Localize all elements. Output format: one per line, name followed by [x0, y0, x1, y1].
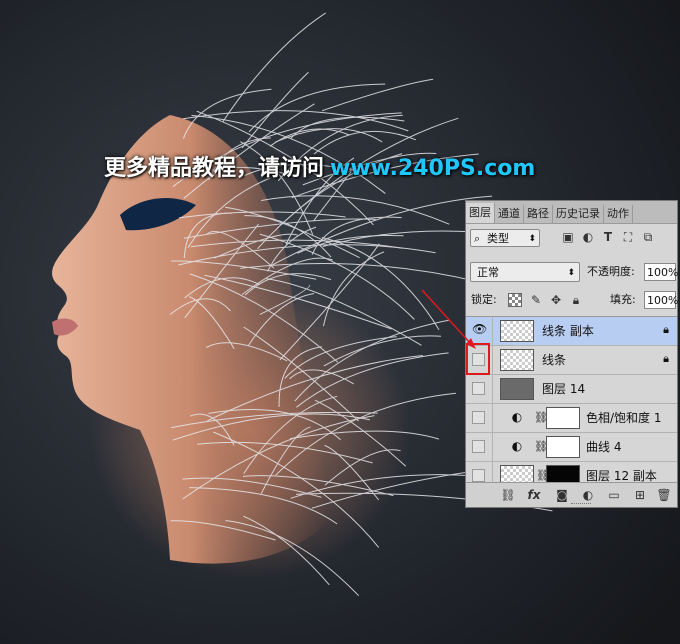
- layer-name: 线条: [542, 353, 567, 367]
- trash-icon[interactable]: 🗑︎: [656, 487, 672, 503]
- lock-all-icon[interactable]: 🔒︎: [568, 292, 584, 308]
- link-layers-icon[interactable]: ⛓: [500, 487, 516, 503]
- lock-icon: 🔒︎: [663, 352, 669, 365]
- select-arrow-icon: ⬍: [567, 268, 575, 278]
- image-filter-icon[interactable]: ▣: [560, 229, 576, 245]
- opacity-field[interactable]: 100%: [644, 263, 678, 281]
- hue-saturation-icon: ◐: [511, 410, 523, 424]
- layers-panel: 图层 通道 路径 历史记录 动作 ⌕ 类型 ⬍ ▣ ◐ T ⛶ ⧉ 正常 ⬍ 不…: [465, 200, 678, 508]
- layer-mask-thumbnail: [546, 407, 580, 429]
- layer-row[interactable]: 图层 14: [466, 375, 677, 404]
- layer-mask-thumbnail: [546, 436, 580, 458]
- eye-icon[interactable]: 👁︎: [472, 323, 487, 337]
- watermark: 更多精品教程，请访问 www.240PS.com: [104, 150, 535, 182]
- tab-paths[interactable]: 路径: [524, 205, 553, 223]
- adjustment-icon[interactable]: ◐: [580, 487, 596, 503]
- folder-icon[interactable]: ▭: [606, 487, 622, 503]
- layer-list: 👁︎ 线条 副本 🔒︎ 线条 🔒︎ 图层 14 ◐ ⛓ 色相/饱和度 1 ◐ ⛓…: [466, 316, 677, 485]
- column-divider: [492, 404, 493, 432]
- curves-icon: ◐: [511, 439, 523, 453]
- layer-name: 线条 副本: [542, 324, 594, 338]
- layer-row[interactable]: 线条 🔒︎: [466, 346, 677, 375]
- column-divider: [492, 375, 493, 403]
- visibility-toggle[interactable]: [472, 440, 485, 453]
- new-layer-icon[interactable]: ⊞: [632, 487, 648, 503]
- watermark-url: www.240PS.com: [330, 156, 536, 181]
- column-divider: [492, 317, 493, 345]
- shape-filter-icon[interactable]: ⛶: [620, 229, 636, 245]
- visibility-toggle[interactable]: [472, 382, 485, 395]
- adjustment-filter-icon[interactable]: ◐: [580, 229, 596, 245]
- watermark-text: 更多精品教程，请访问: [104, 156, 325, 181]
- blend-row: 正常 ⬍ 不透明度: 100%: [466, 262, 678, 284]
- filter-row: ⌕ 类型 ⬍ ▣ ◐ T ⛶ ⧉: [466, 226, 677, 250]
- annotation-highlight: [466, 343, 490, 375]
- layer-name: 色相/饱和度 1: [586, 411, 662, 425]
- column-divider: [492, 433, 493, 461]
- layer-thumbnail: [500, 349, 534, 371]
- layer-name: 图层 14: [542, 382, 586, 396]
- link-icon[interactable]: ⛓: [534, 440, 548, 454]
- tab-actions[interactable]: 动作: [604, 205, 633, 223]
- tab-layers[interactable]: 图层: [466, 203, 495, 223]
- panel-tabs: 图层 通道 路径 历史记录 动作: [466, 201, 677, 224]
- filter-kind-select[interactable]: ⌕ 类型 ⬍: [470, 229, 540, 247]
- fill-field[interactable]: 100%: [644, 291, 678, 309]
- panel-bottom-bar: ⛓ fx ◙ ◐ ▭ ⊞ 🗑︎: [466, 482, 677, 507]
- link-icon[interactable]: ⛓: [536, 469, 550, 483]
- search-icon: ⌕: [474, 232, 481, 245]
- lock-icon: 🔒︎: [663, 323, 669, 336]
- fill-label: 填充:: [610, 293, 636, 306]
- blend-mode-value: 正常: [477, 266, 499, 279]
- layer-row[interactable]: ◐ ⛓ 色相/饱和度 1: [466, 404, 677, 433]
- layer-name: 曲线 4: [586, 440, 622, 454]
- opacity-label: 不透明度:: [587, 265, 635, 278]
- visibility-toggle[interactable]: [472, 411, 485, 424]
- tab-channels[interactable]: 通道: [495, 205, 524, 223]
- visibility-toggle[interactable]: [472, 469, 485, 482]
- lock-transparency-icon[interactable]: [508, 293, 522, 307]
- layer-row[interactable]: 👁︎ 线条 副本 🔒︎: [466, 317, 677, 346]
- filter-kind-label: 类型: [487, 232, 509, 245]
- resize-grip[interactable]: [571, 503, 591, 507]
- type-filter-icon[interactable]: T: [600, 229, 616, 245]
- lock-label: 锁定:: [471, 293, 497, 306]
- lock-pixels-icon[interactable]: ✎: [528, 292, 544, 308]
- blend-mode-select[interactable]: 正常 ⬍: [470, 262, 580, 282]
- fx-icon[interactable]: fx: [526, 487, 542, 503]
- layer-thumbnail: [500, 378, 534, 400]
- select-arrow-icon: ⬍: [528, 234, 536, 244]
- layer-row[interactable]: ◐ ⛓ 曲线 4: [466, 433, 677, 462]
- column-divider: [492, 346, 493, 374]
- link-icon[interactable]: ⛓: [534, 411, 548, 425]
- lock-position-icon[interactable]: ✥: [548, 292, 564, 308]
- smart-object-filter-icon[interactable]: ⧉: [640, 229, 656, 245]
- layer-thumbnail: [500, 320, 534, 342]
- lock-row: 锁定: ✎ ✥ 🔒︎ 填充: 100%: [466, 290, 678, 312]
- tab-history[interactable]: 历史记录: [553, 205, 604, 223]
- mask-icon[interactable]: ◙: [554, 487, 570, 503]
